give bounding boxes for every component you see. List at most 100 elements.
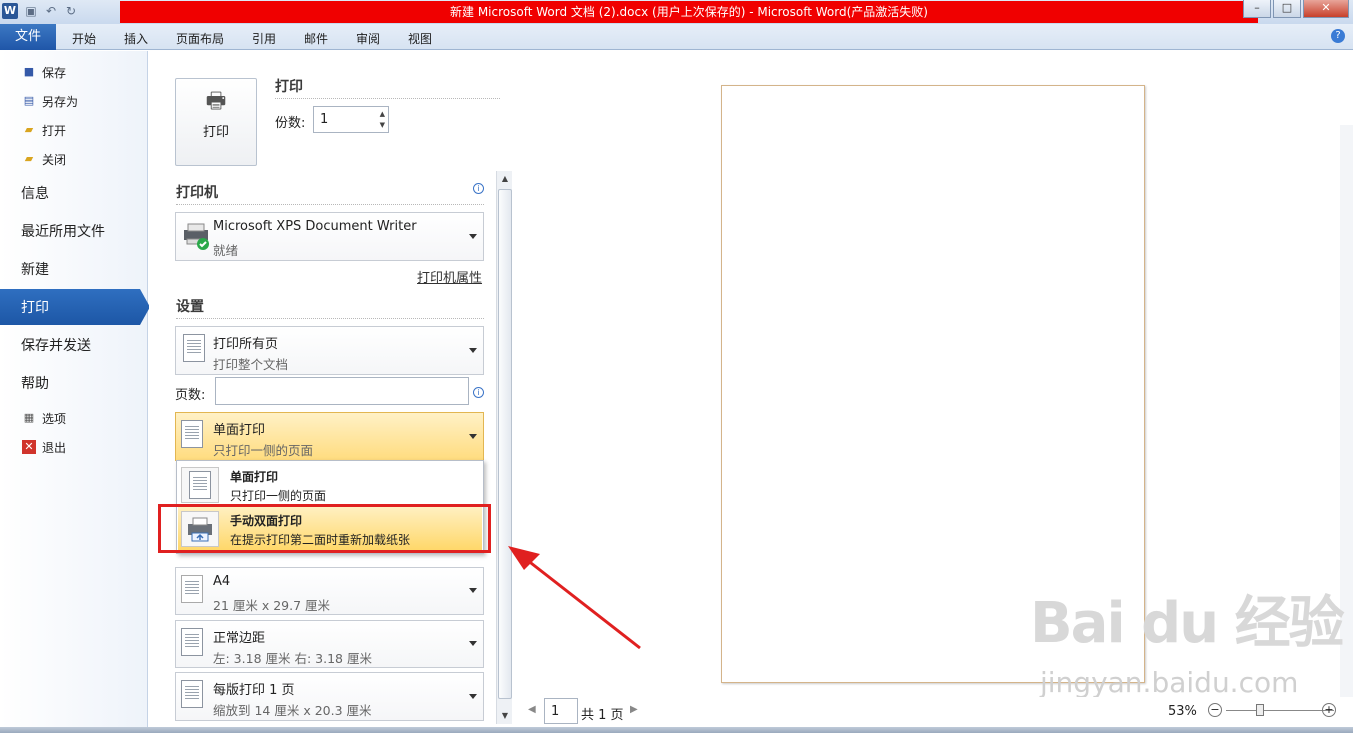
tab-view[interactable]: 视图	[408, 30, 432, 47]
page-total: 共 1 页	[581, 708, 624, 723]
margins-dropdown[interactable]: 正常边距 左: 3.18 厘米 右: 3.18 厘米	[175, 620, 484, 668]
zoom-in-icon[interactable]: +	[1322, 703, 1336, 717]
page-number-input[interactable]: 1	[544, 698, 578, 724]
help-icon[interactable]: ?	[1331, 29, 1345, 43]
redo-icon[interactable]: ↻	[64, 4, 78, 18]
nav-save[interactable]: ■ 保存	[0, 61, 148, 83]
tab-mailings[interactable]: 邮件	[304, 30, 328, 47]
nav-print[interactable]: 打印	[0, 289, 150, 325]
printer-section-title: 打印机	[176, 185, 218, 201]
pages-input[interactable]	[215, 377, 469, 405]
open-folder-icon: ▰	[24, 123, 34, 136]
nav-exit[interactable]: ✕ 退出	[0, 436, 148, 458]
nav-new[interactable]: 新建	[0, 251, 148, 287]
chevron-down-icon	[469, 233, 477, 239]
option-subtitle: 只打印一侧的页面	[230, 489, 327, 503]
prev-page-icon[interactable]: ◀	[528, 704, 536, 715]
tab-review[interactable]: 审阅	[356, 30, 380, 47]
chevron-down-icon	[469, 641, 477, 646]
printer-name: Microsoft XPS Document Writer	[213, 219, 417, 234]
nav-save-send[interactable]: 保存并发送	[0, 327, 148, 363]
nav-save-label: 保存	[42, 65, 67, 80]
close-folder-icon: ▰	[24, 152, 34, 165]
margins-subtitle: 左: 3.18 厘米 右: 3.18 厘米	[213, 651, 372, 666]
sides-subtitle: 只打印一侧的页面	[213, 443, 314, 458]
taskbar	[0, 727, 1353, 733]
printer-properties-link[interactable]: 打印机属性	[417, 267, 482, 286]
divider	[176, 318, 484, 319]
printer-ready-icon	[181, 220, 209, 250]
tab-file[interactable]: 文件	[0, 24, 56, 50]
exit-icon: ✕	[22, 440, 36, 454]
save-icon[interactable]: ▣	[24, 4, 38, 18]
margins-title: 正常边距	[213, 631, 266, 646]
info-icon[interactable]: i	[473, 387, 484, 398]
nav-close[interactable]: ▰ 关闭	[0, 148, 148, 170]
print-button[interactable]: 🖶 打印	[175, 78, 257, 166]
close-button[interactable]: ✕	[1303, 0, 1349, 18]
pages-per-sheet-dropdown[interactable]: 每版打印 1 页 缩放到 14 厘米 x 20.3 厘米	[175, 672, 484, 721]
nav-open[interactable]: ▰ 打开	[0, 119, 148, 141]
maximize-button[interactable]: □	[1273, 0, 1301, 18]
preview-status-bar: ◀ 1 共 1 页 ▶ 53% − +	[514, 697, 1353, 727]
print-range-title: 打印所有页	[213, 337, 279, 352]
nav-save-as-label: 另存为	[42, 94, 79, 109]
pages-per-sheet-subtitle: 缩放到 14 厘米 x 20.3 厘米	[213, 703, 372, 718]
tab-page-layout[interactable]: 页面布局	[176, 30, 224, 47]
nav-recent[interactable]: 最近所用文件	[0, 213, 148, 249]
info-icon[interactable]: i	[473, 183, 484, 194]
nav-info[interactable]: 信息	[0, 175, 148, 211]
ribbon-tabs: 文件 开始 插入 页面布局 引用 邮件 审阅 视图 ?	[0, 24, 1353, 50]
nav-options-label: 选项	[42, 411, 67, 426]
spin-up-icon[interactable]: ▲	[380, 110, 385, 118]
paper-size-subtitle: 21 厘米 x 29.7 厘米	[213, 598, 331, 613]
undo-icon[interactable]: ↶	[44, 4, 58, 18]
printer-icon: 🖶	[205, 89, 227, 114]
nav-open-label: 打开	[42, 123, 67, 138]
printer-dropdown[interactable]: Microsoft XPS Document Writer 就绪	[175, 212, 484, 261]
nav-save-as[interactable]: ▤ 另存为	[0, 90, 148, 112]
nav-help[interactable]: 帮助	[0, 365, 148, 401]
one-sided-icon	[181, 420, 207, 450]
title-bar: W ▣ ↶ ↻ 新建 Microsoft Word 文档 (2).docx (用…	[0, 0, 1353, 24]
options-icon: ▦	[23, 411, 35, 424]
quick-access-toolbar: W ▣ ↶ ↻	[2, 3, 78, 19]
chevron-down-icon	[469, 588, 477, 593]
spin-down-icon[interactable]: ▼	[380, 121, 385, 129]
zoom-out-icon[interactable]: −	[1208, 703, 1222, 717]
zoom-slider[interactable]	[1226, 704, 1334, 716]
chevron-down-icon	[469, 347, 477, 353]
window-title: 新建 Microsoft Word 文档 (2).docx (用户上次保存的) …	[120, 1, 1258, 23]
watermark-logo: Bai du 经验	[1030, 591, 1345, 656]
tab-home[interactable]: 开始	[72, 30, 96, 47]
word-logo-icon[interactable]: W	[2, 3, 18, 19]
pages-stack-icon	[181, 334, 207, 364]
zoom-slider-knob[interactable]	[1256, 704, 1264, 716]
paper-icon	[181, 575, 207, 605]
print-range-dropdown[interactable]: 打印所有页 打印整个文档	[175, 326, 484, 375]
nav-options[interactable]: ▦ 选项	[0, 407, 148, 429]
tab-references[interactable]: 引用	[252, 30, 276, 47]
divider	[176, 204, 484, 205]
sides-dropdown[interactable]: 单面打印 只打印一侧的页面	[175, 412, 484, 461]
minimize-button[interactable]: –	[1243, 0, 1271, 18]
scroll-up-icon[interactable]: ▲	[498, 171, 512, 187]
one-sided-icon	[181, 467, 219, 503]
copies-spinner[interactable]: 1 ▲ ▼	[313, 106, 389, 133]
watermark-url: jingyan.baidu.com	[1040, 666, 1299, 699]
tab-insert[interactable]: 插入	[124, 30, 148, 47]
next-page-icon[interactable]: ▶	[630, 704, 638, 715]
save-as-icon: ▤	[23, 94, 35, 107]
margins-icon	[181, 628, 207, 658]
save-icon: ■	[23, 65, 35, 78]
scroll-down-icon[interactable]: ▼	[498, 708, 512, 724]
paper-size-dropdown[interactable]: A4 21 厘米 x 29.7 厘米	[175, 567, 484, 615]
copies-value: 1	[320, 112, 329, 127]
backstage-nav: ■ 保存 ▤ 另存为 ▰ 打开 ▰ 关闭 信息 最近所用文件 新建 打印 保存并…	[0, 51, 150, 733]
option-one-sided[interactable]: 单面打印 只打印一侧的页面	[178, 463, 482, 507]
pages-per-sheet-icon	[181, 680, 207, 710]
annotation-arrow-icon	[508, 546, 641, 650]
printer-status: 就绪	[213, 243, 239, 258]
print-range-subtitle: 打印整个文档	[213, 357, 289, 372]
pages-per-sheet-title: 每版打印 1 页	[213, 683, 295, 698]
